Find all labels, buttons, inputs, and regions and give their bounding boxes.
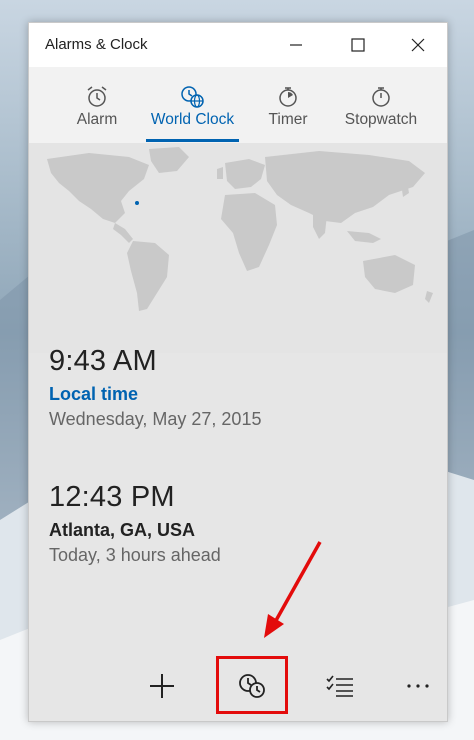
close-button[interactable] [395, 23, 441, 67]
more-button[interactable] [396, 664, 440, 708]
tab-alarm[interactable]: Alarm [69, 67, 125, 143]
location-dot [135, 201, 139, 205]
clock-time: 12:43 PM [49, 481, 175, 513]
add-icon [150, 674, 174, 698]
clock-item-atlanta[interactable]: 12:43 PM Atlanta, GA, USA Today, 3 hours… [49, 481, 221, 566]
world-map-image [29, 143, 447, 353]
world-clock-icon [180, 86, 204, 108]
tab-world-clock[interactable]: World Clock [146, 67, 239, 143]
timer-icon [279, 87, 297, 107]
clock-name: Local time [49, 384, 139, 404]
alarm-clock-icon [87, 86, 107, 107]
clock-time: 9:43 AM [49, 345, 157, 377]
title-bar: Alarms & Clock [29, 23, 447, 67]
tab-stopwatch-label: Stopwatch [344, 111, 418, 128]
app-window: Alarms & Clock Alarm World Clock Timer S… [28, 22, 448, 722]
close-icon [411, 38, 425, 52]
tab-world-clock-label: World Clock [150, 111, 235, 128]
stopwatch-icon [372, 87, 390, 107]
window-title: Alarms & Clock [45, 36, 148, 53]
annotation-highlight-box [216, 656, 288, 714]
more-icon [407, 684, 429, 688]
select-list-icon [326, 675, 353, 697]
tab-alarm-label: Alarm [76, 111, 118, 128]
select-button[interactable] [318, 664, 362, 708]
clock-offset: Today, 3 hours ahead [49, 545, 221, 565]
world-map[interactable] [29, 143, 447, 353]
maximize-icon [351, 38, 365, 52]
tab-stopwatch[interactable]: Stopwatch [341, 67, 421, 143]
clock-date: Wednesday, May 27, 2015 [49, 409, 262, 429]
minimize-icon [290, 44, 302, 46]
clock-name: Atlanta, GA, USA [49, 520, 196, 540]
add-button[interactable] [140, 664, 184, 708]
tab-timer-label: Timer [268, 111, 308, 128]
active-tab-indicator [146, 139, 239, 142]
tab-timer[interactable]: Timer [263, 67, 313, 143]
tab-bar: Alarm World Clock Timer Stopwatch [29, 67, 447, 143]
maximize-button[interactable] [335, 23, 381, 67]
clock-item-local[interactable]: 9:43 AM Local time Wednesday, May 27, 20… [49, 345, 261, 430]
minimize-button[interactable] [273, 23, 319, 67]
